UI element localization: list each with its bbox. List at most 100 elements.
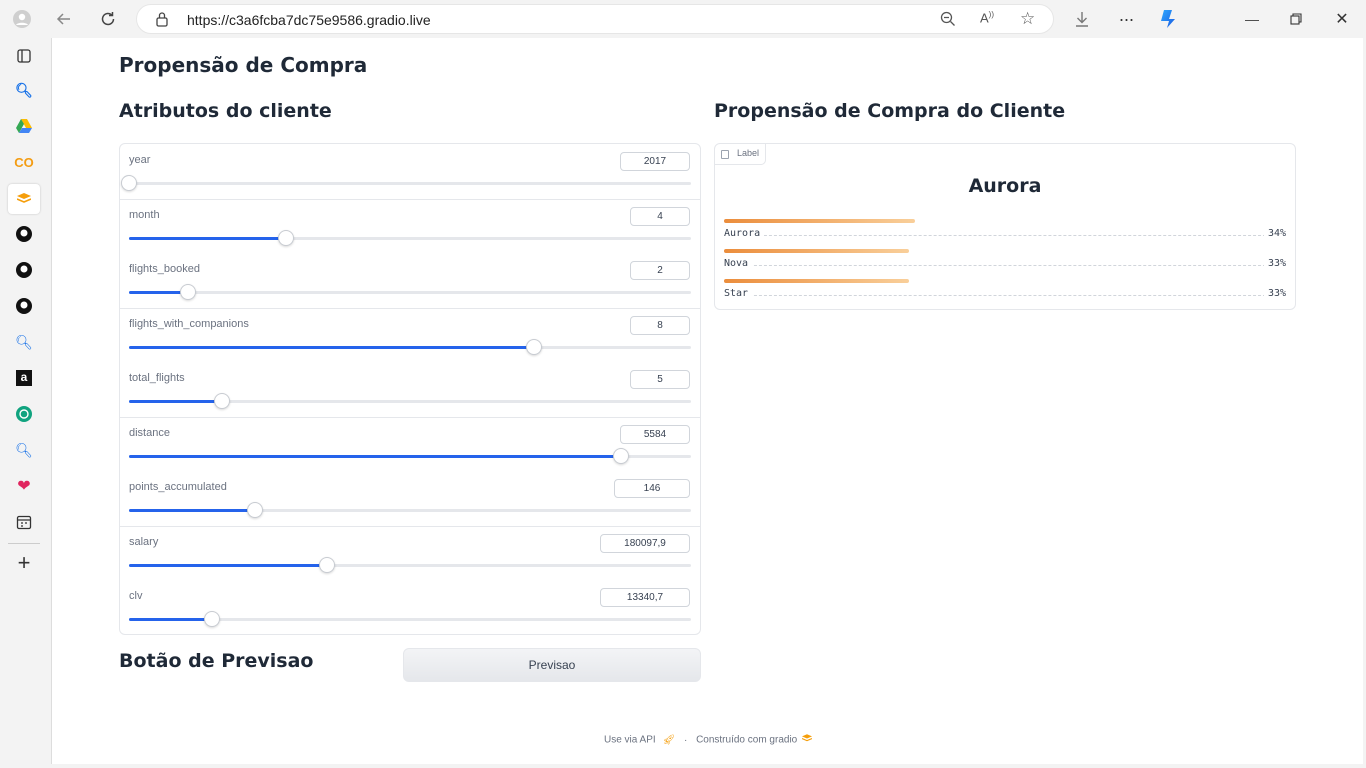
close-icon[interactable]: ✕ xyxy=(1330,7,1354,31)
slider-fill xyxy=(129,400,222,403)
confidence-bar xyxy=(724,219,916,223)
read-aloud-icon[interactable]: A)) xyxy=(980,10,994,25)
slider-track[interactable] xyxy=(129,502,691,518)
search-icon[interactable]: 🔍︎ xyxy=(12,78,36,102)
slider-label: total_flights xyxy=(129,372,185,384)
slider-thumb[interactable] xyxy=(121,175,137,191)
tabs-icon[interactable] xyxy=(12,44,36,68)
restore-icon[interactable] xyxy=(1284,7,1308,31)
slider-salary: salary 180097,9 xyxy=(120,526,700,581)
slider-track[interactable] xyxy=(121,175,691,191)
slider-number-input[interactable]: 5584 xyxy=(620,425,690,444)
slider-month: month 4 xyxy=(120,199,700,254)
confidence-percent: 33% xyxy=(1263,258,1286,269)
add-icon[interactable]: + xyxy=(12,550,36,575)
slider-number-input[interactable]: 5 xyxy=(630,370,690,389)
slider-thumb[interactable] xyxy=(247,502,264,518)
label-tag-text: Label xyxy=(737,148,760,158)
sidebar-divider xyxy=(8,543,40,544)
confidence-bar xyxy=(724,249,910,253)
slider-number-input[interactable]: 4 xyxy=(630,207,690,226)
search-icon[interactable]: 🔍︎ xyxy=(12,330,36,354)
slider-label: year xyxy=(129,154,151,166)
slider-number-input[interactable]: 2017 xyxy=(620,152,690,171)
slider-label: clv xyxy=(129,590,143,602)
slider-label: flights_booked xyxy=(129,263,200,275)
predict-button[interactable]: Previsao xyxy=(403,648,701,682)
slider-label: month xyxy=(129,209,160,221)
calendar-icon[interactable] xyxy=(12,510,36,534)
favorite-star-icon[interactable]: ☆ xyxy=(1020,9,1035,29)
slider-number-input[interactable]: 13340,7 xyxy=(600,588,690,607)
label-icon xyxy=(721,150,729,159)
heart-icon[interactable]: ❤ xyxy=(12,474,36,498)
slider-number-input[interactable]: 2 xyxy=(630,261,690,280)
page-title: Propensão de Compra xyxy=(119,53,368,77)
slider-number-input[interactable]: 180097,9 xyxy=(600,534,690,553)
downloads-icon[interactable] xyxy=(1070,7,1094,31)
confidence-class-name: Nova xyxy=(724,258,753,269)
slider-thumb[interactable] xyxy=(204,611,221,627)
zoom-out-icon[interactable] xyxy=(940,11,956,32)
label-tag: Label xyxy=(715,144,766,165)
slider-thumb[interactable] xyxy=(318,557,335,573)
github-icon[interactable] xyxy=(12,258,36,282)
more-menu-icon[interactable]: ··· xyxy=(1114,7,1138,31)
search-icon[interactable]: 🔍︎ xyxy=(12,438,36,462)
lock-icon[interactable] xyxy=(155,11,169,32)
slider-label: points_accumulated xyxy=(129,481,227,493)
propensity-heading: Propensão de Compra do Cliente xyxy=(714,100,1066,122)
github-icon[interactable] xyxy=(12,294,36,318)
slider-thumb[interactable] xyxy=(213,393,230,409)
slider-track[interactable] xyxy=(129,230,691,246)
slider-fill xyxy=(129,564,327,567)
slider-fill xyxy=(129,237,287,240)
footer-separator: · xyxy=(683,734,688,746)
minimize-icon[interactable]: — xyxy=(1240,7,1264,31)
rocket-icon: 🚀︎ xyxy=(662,734,676,746)
reload-icon[interactable] xyxy=(96,7,120,31)
browser-toolbar: https://c3a6fcba7dc75e9586.gradio.live A… xyxy=(0,0,1366,38)
colab-icon[interactable]: CO xyxy=(12,150,36,174)
attributes-heading: Atributos do cliente xyxy=(119,100,332,122)
slider-fill xyxy=(129,509,256,512)
github-icon[interactable] xyxy=(12,222,36,246)
slider-thumb[interactable] xyxy=(525,339,542,355)
slider-track[interactable] xyxy=(129,393,691,409)
gradio-tab-icon[interactable] xyxy=(8,184,40,214)
confidence-leader xyxy=(724,295,1286,296)
slider-number-input[interactable]: 8 xyxy=(630,316,690,335)
slider-fill xyxy=(129,346,534,349)
slider-track[interactable] xyxy=(129,611,691,627)
slider-number-input[interactable]: 146 xyxy=(614,479,690,498)
copilot-icon[interactable] xyxy=(1156,7,1180,31)
confidence-leader xyxy=(724,235,1286,236)
built-with-gradio-link[interactable]: Construído com gradio xyxy=(696,735,797,746)
google-drive-icon[interactable] xyxy=(12,114,36,138)
use-api-link[interactable]: Use via API xyxy=(604,735,656,746)
slider-fill xyxy=(129,455,621,458)
panel-divider xyxy=(120,199,700,200)
slider-track[interactable] xyxy=(129,557,691,573)
amazon-icon[interactable]: a xyxy=(12,366,36,390)
slider-year: year 2017 xyxy=(120,144,700,199)
slider-thumb[interactable] xyxy=(278,230,295,246)
slider-distance: distance 5584 xyxy=(120,417,700,472)
slider-flights-booked: flights_booked 2 xyxy=(120,253,700,308)
url-text[interactable]: https://c3a6fcba7dc75e9586.gradio.live xyxy=(187,12,431,28)
slider-track[interactable] xyxy=(129,448,691,464)
chatgpt-icon[interactable] xyxy=(12,402,36,426)
back-icon[interactable] xyxy=(52,7,76,31)
button-heading: Botão de Previsao xyxy=(119,650,314,672)
slider-total-flights: total_flights 5 xyxy=(120,362,700,417)
footer: Use via API 🚀︎ · Construído com gradio xyxy=(52,734,1364,746)
slider-label: distance xyxy=(129,427,170,439)
address-bar[interactable]: https://c3a6fcba7dc75e9586.gradio.live A… xyxy=(136,4,1054,34)
slider-track[interactable] xyxy=(129,339,691,355)
slider-thumb[interactable] xyxy=(180,284,196,300)
slider-thumb[interactable] xyxy=(612,448,629,464)
profile-icon[interactable] xyxy=(10,7,34,31)
confidence-percent: 34% xyxy=(1263,228,1286,239)
slider-label: flights_with_companions xyxy=(129,318,249,330)
slider-track[interactable] xyxy=(129,284,691,300)
